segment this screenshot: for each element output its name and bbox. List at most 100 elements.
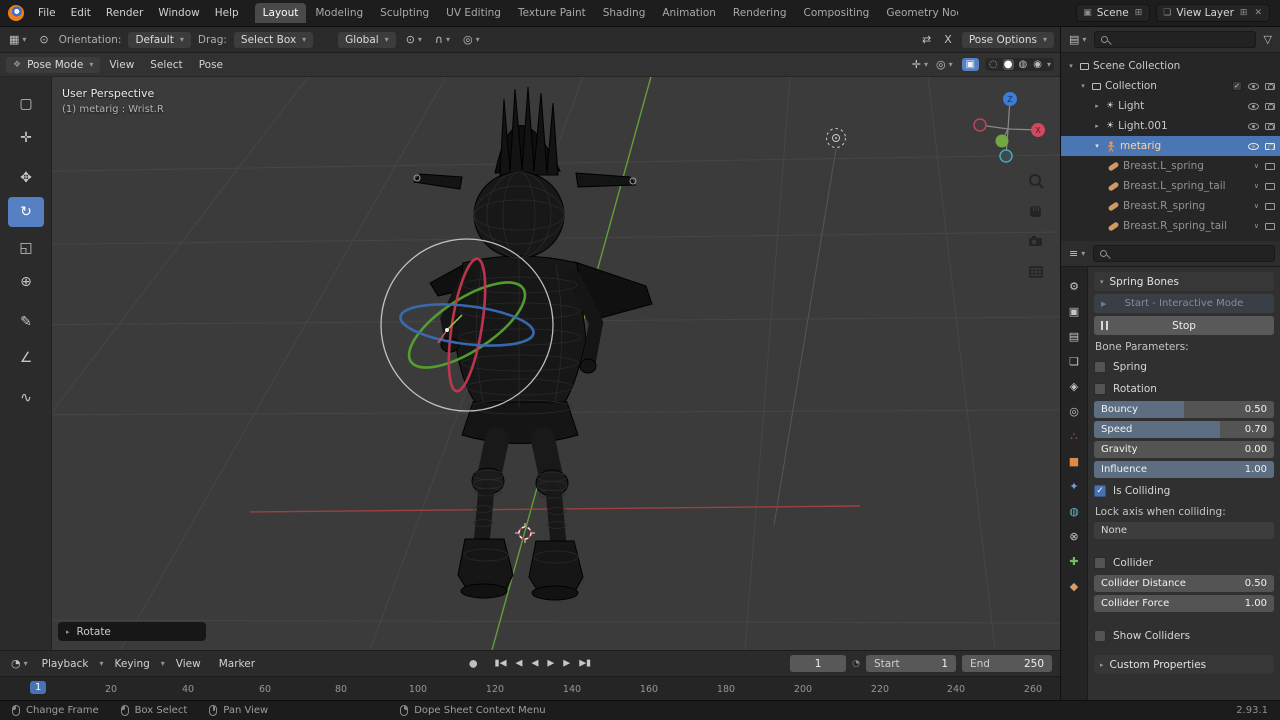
gravity-slider[interactable]: Gravity 0.00 (1094, 441, 1274, 458)
tab-object-data[interactable]: ✚ (1063, 550, 1086, 572)
disable-in-renders-icon[interactable] (1265, 82, 1275, 90)
spring-bones-panel-header[interactable]: ▾ Spring Bones (1094, 272, 1274, 291)
workspace-tab-rendering[interactable]: Rendering (725, 3, 795, 23)
add-view-layer-button[interactable]: ⊞ (1239, 8, 1249, 18)
is-colliding-checkbox-row[interactable]: ✓ Is Colliding (1094, 481, 1274, 500)
menu-help[interactable]: Help (208, 5, 246, 21)
viewport-canvas[interactable]: Z X (0, 77, 1060, 650)
tab-physics[interactable]: ◍ (1063, 500, 1086, 522)
auto-keying-record-button[interactable]: ● (469, 658, 478, 669)
tool-measure[interactable]: ∠ (8, 343, 44, 373)
tool-move[interactable]: ✥ (8, 163, 44, 193)
viewport-3d[interactable]: Z X ▢ ✛ ✥ ↻ ◱ ⊕ ✎ ∠ ∿ User Perspective (… (0, 77, 1060, 650)
axis-y-negative-handle[interactable] (999, 149, 1013, 163)
tab-bone[interactable]: ◆ (1063, 575, 1086, 597)
outliner-row-breast-r-spring-tail[interactable]: Breast.R_spring_tail ∨ (1061, 216, 1280, 236)
workspace-tab-animation[interactable]: Animation (654, 3, 724, 23)
playhead[interactable]: 1 (30, 681, 47, 694)
workspace-tab-sculpting[interactable]: Sculpting (372, 3, 437, 23)
tab-object[interactable]: ■ (1063, 450, 1086, 472)
rotation-checkbox-row[interactable]: Rotation (1094, 379, 1274, 398)
outliner-row-collection[interactable]: ▾ Collection ✓ (1061, 76, 1280, 96)
shading-wireframe-button[interactable]: ◌ (988, 59, 999, 70)
disclosure-triangle-icon[interactable]: ▸ (1092, 102, 1102, 110)
menu-marker[interactable]: Marker (212, 656, 262, 672)
shading-solid-button[interactable]: ● (1002, 59, 1014, 70)
speed-slider[interactable]: Speed 0.70 (1094, 421, 1274, 438)
tool-scale[interactable]: ◱ (8, 233, 44, 263)
is-colliding-checkbox[interactable]: ✓ (1094, 484, 1106, 497)
hide-in-viewport-icon[interactable] (1248, 102, 1259, 110)
play-button[interactable]: ▶ (547, 659, 554, 669)
menu-render[interactable]: Render (99, 5, 150, 21)
outliner-row-metarig[interactable]: ▾ metarig (1061, 136, 1280, 156)
menu-file[interactable]: File (31, 5, 63, 21)
tab-particles[interactable]: ∴ (1063, 425, 1086, 447)
operator-panel[interactable]: ▸ Rotate (58, 622, 206, 641)
disclosure-triangle-icon[interactable]: ▾ (1066, 62, 1076, 70)
workspace-tab-layout[interactable]: Layout (254, 3, 307, 23)
tool-select-box[interactable]: ▢ (8, 89, 44, 119)
chevron-down-icon[interactable]: ∨ (1254, 202, 1259, 210)
disable-in-renders-icon[interactable] (1265, 142, 1275, 150)
snap-toggle-button[interactable]: ∩ ▾ (432, 32, 453, 47)
shading-rendered-button[interactable]: ◉ (1032, 59, 1043, 70)
stop-button[interactable]: Stop (1094, 316, 1274, 335)
start-interactive-mode-button[interactable]: ▶ Start - Interactive Mode (1094, 294, 1274, 313)
tool-annotate[interactable]: ✎ (8, 307, 44, 337)
view-layer-selector[interactable]: ❏ View Layer ⊞ ✕ (1156, 4, 1270, 22)
lock-axis-dropdown[interactable]: None (1094, 522, 1274, 539)
workspace-tab-modeling[interactable]: Modeling (307, 3, 371, 23)
workspace-tab-compositing[interactable]: Compositing (796, 3, 878, 23)
blender-logo-icon[interactable] (8, 5, 24, 21)
next-keyframe-button[interactable]: ▶ (563, 659, 570, 669)
outliner-row-scene-collection[interactable]: ▾ Scene Collection (1061, 56, 1280, 76)
screen-icon[interactable] (1265, 162, 1275, 170)
collection-checkbox[interactable]: ✓ (1232, 81, 1242, 91)
show-colliders-checkbox-row[interactable]: Show Colliders (1094, 626, 1274, 645)
show-colliders-checkbox[interactable] (1094, 629, 1106, 642)
tab-output[interactable]: ▤ (1063, 325, 1086, 347)
influence-slider[interactable]: Influence 1.00 (1094, 461, 1274, 478)
tool-rotate[interactable]: ↻ (8, 197, 44, 227)
remove-view-layer-button[interactable]: ✕ (1253, 8, 1263, 18)
tool-transform[interactable]: ⊕ (8, 267, 44, 297)
shading-material-button[interactable]: ◍ (1018, 59, 1029, 70)
editor-type-button[interactable]: ▦ ▾ (6, 32, 29, 47)
outliner-filter-button[interactable]: ▽ (1261, 32, 1275, 47)
play-reverse-button[interactable]: ◀ (531, 659, 538, 669)
disable-in-renders-icon[interactable] (1265, 102, 1275, 110)
menu-timeline-view[interactable]: View (169, 656, 208, 672)
custom-properties-panel-header[interactable]: ▸ Custom Properties (1094, 655, 1274, 674)
tab-render[interactable]: ▣ (1063, 300, 1086, 322)
proportional-editing-button[interactable]: ◎ ▾ (460, 32, 483, 47)
new-scene-button[interactable]: ⊞ (1134, 8, 1144, 18)
mode-dropdown[interactable]: ❖ Pose Mode ▾ (6, 56, 101, 73)
screen-icon[interactable] (1265, 182, 1275, 190)
collider-checkbox[interactable] (1094, 556, 1106, 569)
disclosure-triangle-icon[interactable]: ▸ (1092, 122, 1102, 130)
rotation-checkbox[interactable] (1094, 382, 1106, 395)
collider-force-field[interactable]: Collider Force 1.00 (1094, 595, 1274, 612)
outliner-row-breast-r-spring[interactable]: Breast.R_spring ∨ (1061, 196, 1280, 216)
tab-world[interactable]: ◎ (1063, 400, 1086, 422)
axis-x-negative-handle[interactable] (973, 118, 987, 132)
spring-checkbox-row[interactable]: Spring (1094, 357, 1274, 376)
bouncy-slider[interactable]: Bouncy 0.50 (1094, 401, 1274, 418)
workspace-tab-shading[interactable]: Shading (595, 3, 654, 23)
menu-edit[interactable]: Edit (64, 5, 98, 21)
transform-orientation-dropdown[interactable]: Global ▾ (338, 31, 396, 48)
spring-checkbox[interactable] (1094, 360, 1106, 373)
menu-view[interactable]: View (102, 57, 141, 73)
current-frame-field[interactable]: 1 (790, 655, 847, 672)
tab-tool[interactable]: ⚙ (1063, 275, 1086, 297)
disclosure-triangle-icon[interactable]: ▾ (1092, 142, 1102, 150)
menu-keying[interactable]: Keying (108, 656, 157, 672)
tab-scene[interactable]: ◈ (1063, 375, 1086, 397)
outliner-row-breast-l-spring-tail[interactable]: Breast.L_spring_tail ∨ (1061, 176, 1280, 196)
properties-search-input[interactable] (1093, 245, 1275, 262)
menu-window[interactable]: Window (151, 5, 206, 21)
collider-distance-field[interactable]: Collider Distance 0.50 (1094, 575, 1274, 592)
pivot-point-button[interactable]: ⊙ ▾ (403, 32, 425, 47)
disable-in-renders-icon[interactable] (1265, 122, 1275, 130)
